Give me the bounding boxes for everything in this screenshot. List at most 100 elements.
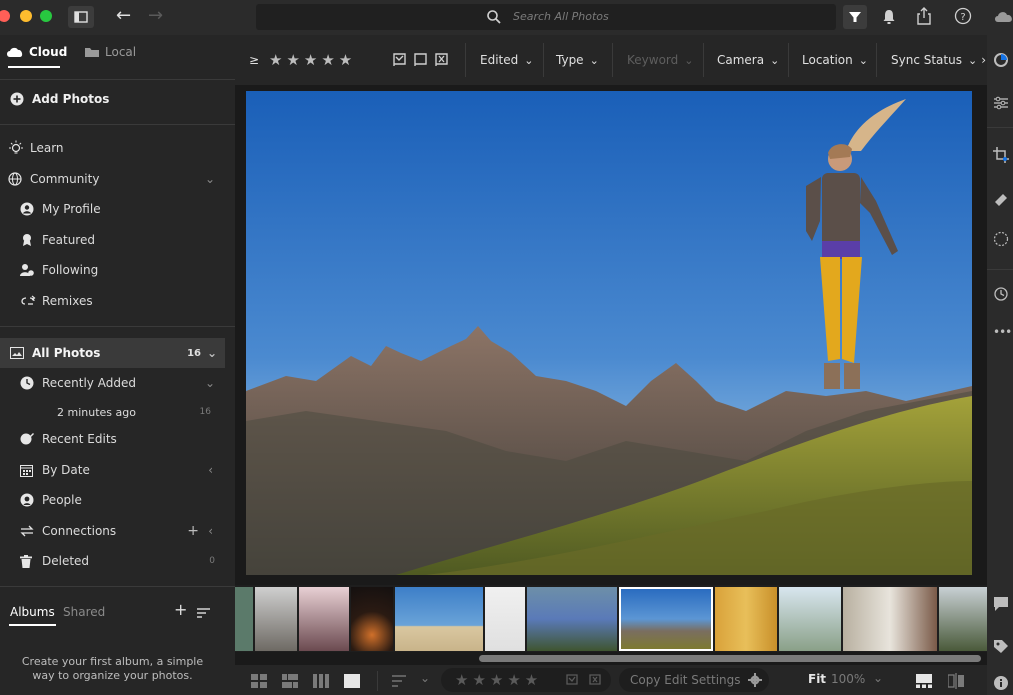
rating-operator[interactable]: ≥ — [249, 35, 259, 85]
sidebar-item-my-profile[interactable]: My Profile — [0, 194, 225, 224]
chevron-down-icon[interactable]: ⌄ — [873, 671, 883, 685]
versions-icon[interactable] — [993, 286, 1009, 302]
flag-filter[interactable] — [393, 35, 449, 85]
comment-icon[interactable] — [993, 596, 1009, 612]
rating-stars[interactable]: ★★★★★ — [455, 671, 542, 689]
sidebar-item-remixes[interactable]: Remixes — [0, 286, 225, 316]
thumbnail[interactable] — [255, 587, 297, 651]
thumbnail[interactable] — [235, 587, 253, 651]
rating-flag-bar: ★★★★★ — [441, 668, 611, 692]
sidebar-item-recently-added-2-minutes[interactable]: 2 minutes ago 16 — [0, 397, 225, 427]
tab-shared[interactable]: Shared — [63, 605, 105, 619]
cloud-status-icon[interactable] — [993, 8, 1013, 24]
share-icon[interactable] — [915, 6, 933, 26]
forward-arrow-icon[interactable]: → — [148, 5, 163, 26]
chevron-down-icon[interactable]: ⌄ — [207, 346, 217, 360]
award-icon — [20, 233, 42, 247]
search-input[interactable]: Search All Photos — [256, 4, 836, 30]
sidebar-item-people[interactable]: People — [0, 485, 225, 515]
add-connection-icon[interactable]: + — [187, 523, 199, 539]
keyword-tag-icon[interactable] — [993, 639, 1009, 655]
sidebar-item-recently-added[interactable]: Recently Added ⌄ — [0, 368, 225, 398]
close-window-button[interactable] — [0, 10, 10, 22]
sidebar-item-connections[interactable]: Connections + ‹ — [0, 516, 225, 546]
location-dropdown[interactable]: Location ⌄ — [802, 35, 868, 85]
edit-sliders-icon[interactable] — [993, 95, 1009, 111]
zoom-fit-button[interactable]: Fit — [808, 672, 826, 686]
healing-brush-icon[interactable] — [993, 190, 1009, 206]
masking-icon[interactable] — [993, 231, 1009, 247]
sidebar-item-deleted[interactable]: Deleted 0 — [0, 546, 225, 576]
tab-albums[interactable]: Albums — [10, 605, 55, 619]
edited-label: Edited — [480, 53, 519, 67]
chevron-right-icon[interactable]: › — [981, 53, 986, 67]
sidebar-item-following[interactable]: Following — [0, 255, 225, 285]
profile-icon[interactable] — [993, 52, 1009, 68]
sidebar-item-featured[interactable]: Featured — [0, 225, 225, 255]
thumbnail-selected[interactable] — [619, 587, 713, 651]
thumbnail[interactable] — [395, 587, 483, 651]
chevron-left-icon[interactable]: ‹ — [208, 524, 213, 538]
people-icon — [20, 493, 42, 507]
connections-icon — [20, 525, 42, 537]
square-grid-icon[interactable] — [251, 674, 267, 688]
chevron-down-icon[interactable]: ⌄ — [420, 671, 430, 685]
sidebar-item-learn[interactable]: Learn — [0, 133, 225, 163]
back-arrow-icon[interactable]: ← — [116, 5, 131, 26]
sort-icon[interactable] — [391, 674, 407, 688]
gear-icon[interactable] — [748, 673, 762, 687]
add-album-icon[interactable]: + — [174, 600, 187, 619]
flag-icons[interactable] — [566, 674, 604, 686]
filter-button[interactable] — [843, 5, 867, 29]
zoom-level[interactable]: 100% — [831, 672, 865, 686]
copy-edit-settings-button[interactable]: Copy Edit Settings — [619, 668, 769, 692]
chevron-left-icon[interactable]: ‹ — [208, 463, 213, 477]
minimize-window-button[interactable] — [20, 10, 32, 22]
add-photos-button[interactable]: Add Photos — [0, 84, 225, 114]
sidebar-item-by-date[interactable]: By Date ‹ — [0, 455, 225, 485]
thumbnail[interactable] — [485, 587, 525, 651]
tab-local[interactable]: Local — [84, 45, 136, 59]
rating-filter-stars[interactable]: ★★★★★ — [269, 35, 356, 85]
thumbnail[interactable] — [843, 587, 937, 651]
thumbnail[interactable] — [715, 587, 777, 651]
calendar-icon — [20, 464, 42, 477]
sync-status-dropdown[interactable]: Sync Status ⌄ › — [891, 35, 986, 85]
zoom-window-button[interactable] — [40, 10, 52, 22]
photo-grid-icon[interactable] — [282, 674, 298, 688]
tab-cloud[interactable]: Cloud — [6, 45, 67, 59]
thumbnail[interactable] — [299, 587, 349, 651]
sidebar-item-community[interactable]: Community ⌄ — [0, 164, 225, 194]
help-icon[interactable]: ? — [954, 7, 972, 25]
sort-icon[interactable] — [196, 607, 212, 619]
plus-circle-icon — [10, 92, 32, 106]
camera-label: Camera — [717, 53, 765, 67]
edited-dropdown[interactable]: Edited ⌄ — [480, 35, 533, 85]
albums-empty-line: Create your first album, a simple — [21, 655, 204, 668]
compare-icon[interactable] — [948, 673, 964, 689]
thumbnail[interactable] — [779, 587, 841, 651]
sidebar-item-label: My Profile — [42, 202, 101, 216]
thumbnail[interactable] — [527, 587, 617, 651]
thumbnail[interactable] — [939, 587, 987, 651]
camera-dropdown[interactable]: Camera ⌄ — [717, 35, 779, 85]
toggle-sidebar-button[interactable] — [68, 6, 94, 28]
filmstrip-scrollbar[interactable] — [479, 655, 981, 662]
filmstrip-toggle-icon[interactable] — [916, 674, 932, 688]
loupe-view-icon[interactable] — [344, 674, 360, 688]
funnel-icon — [849, 12, 861, 22]
sidebar-item-recent-edits[interactable]: Recent Edits — [0, 424, 225, 454]
chevron-down-icon[interactable]: ⌄ — [205, 376, 215, 390]
sidebar-item-all-photos[interactable]: All Photos 16 ⌄ — [0, 338, 225, 368]
keyword-dropdown[interactable]: Keyword ⌄ — [627, 35, 693, 85]
photo-count: 16 — [199, 407, 211, 417]
type-dropdown[interactable]: Type ⌄ — [556, 35, 599, 85]
more-icon[interactable]: ••• — [993, 325, 1012, 341]
info-icon[interactable] — [993, 675, 1009, 691]
thumbnail[interactable] — [351, 587, 393, 651]
detail-view-icon[interactable] — [313, 674, 329, 688]
main-photo[interactable] — [246, 91, 972, 575]
chevron-down-icon[interactable]: ⌄ — [205, 172, 215, 186]
bell-icon[interactable] — [882, 9, 896, 25]
crop-icon[interactable] — [993, 147, 1009, 163]
